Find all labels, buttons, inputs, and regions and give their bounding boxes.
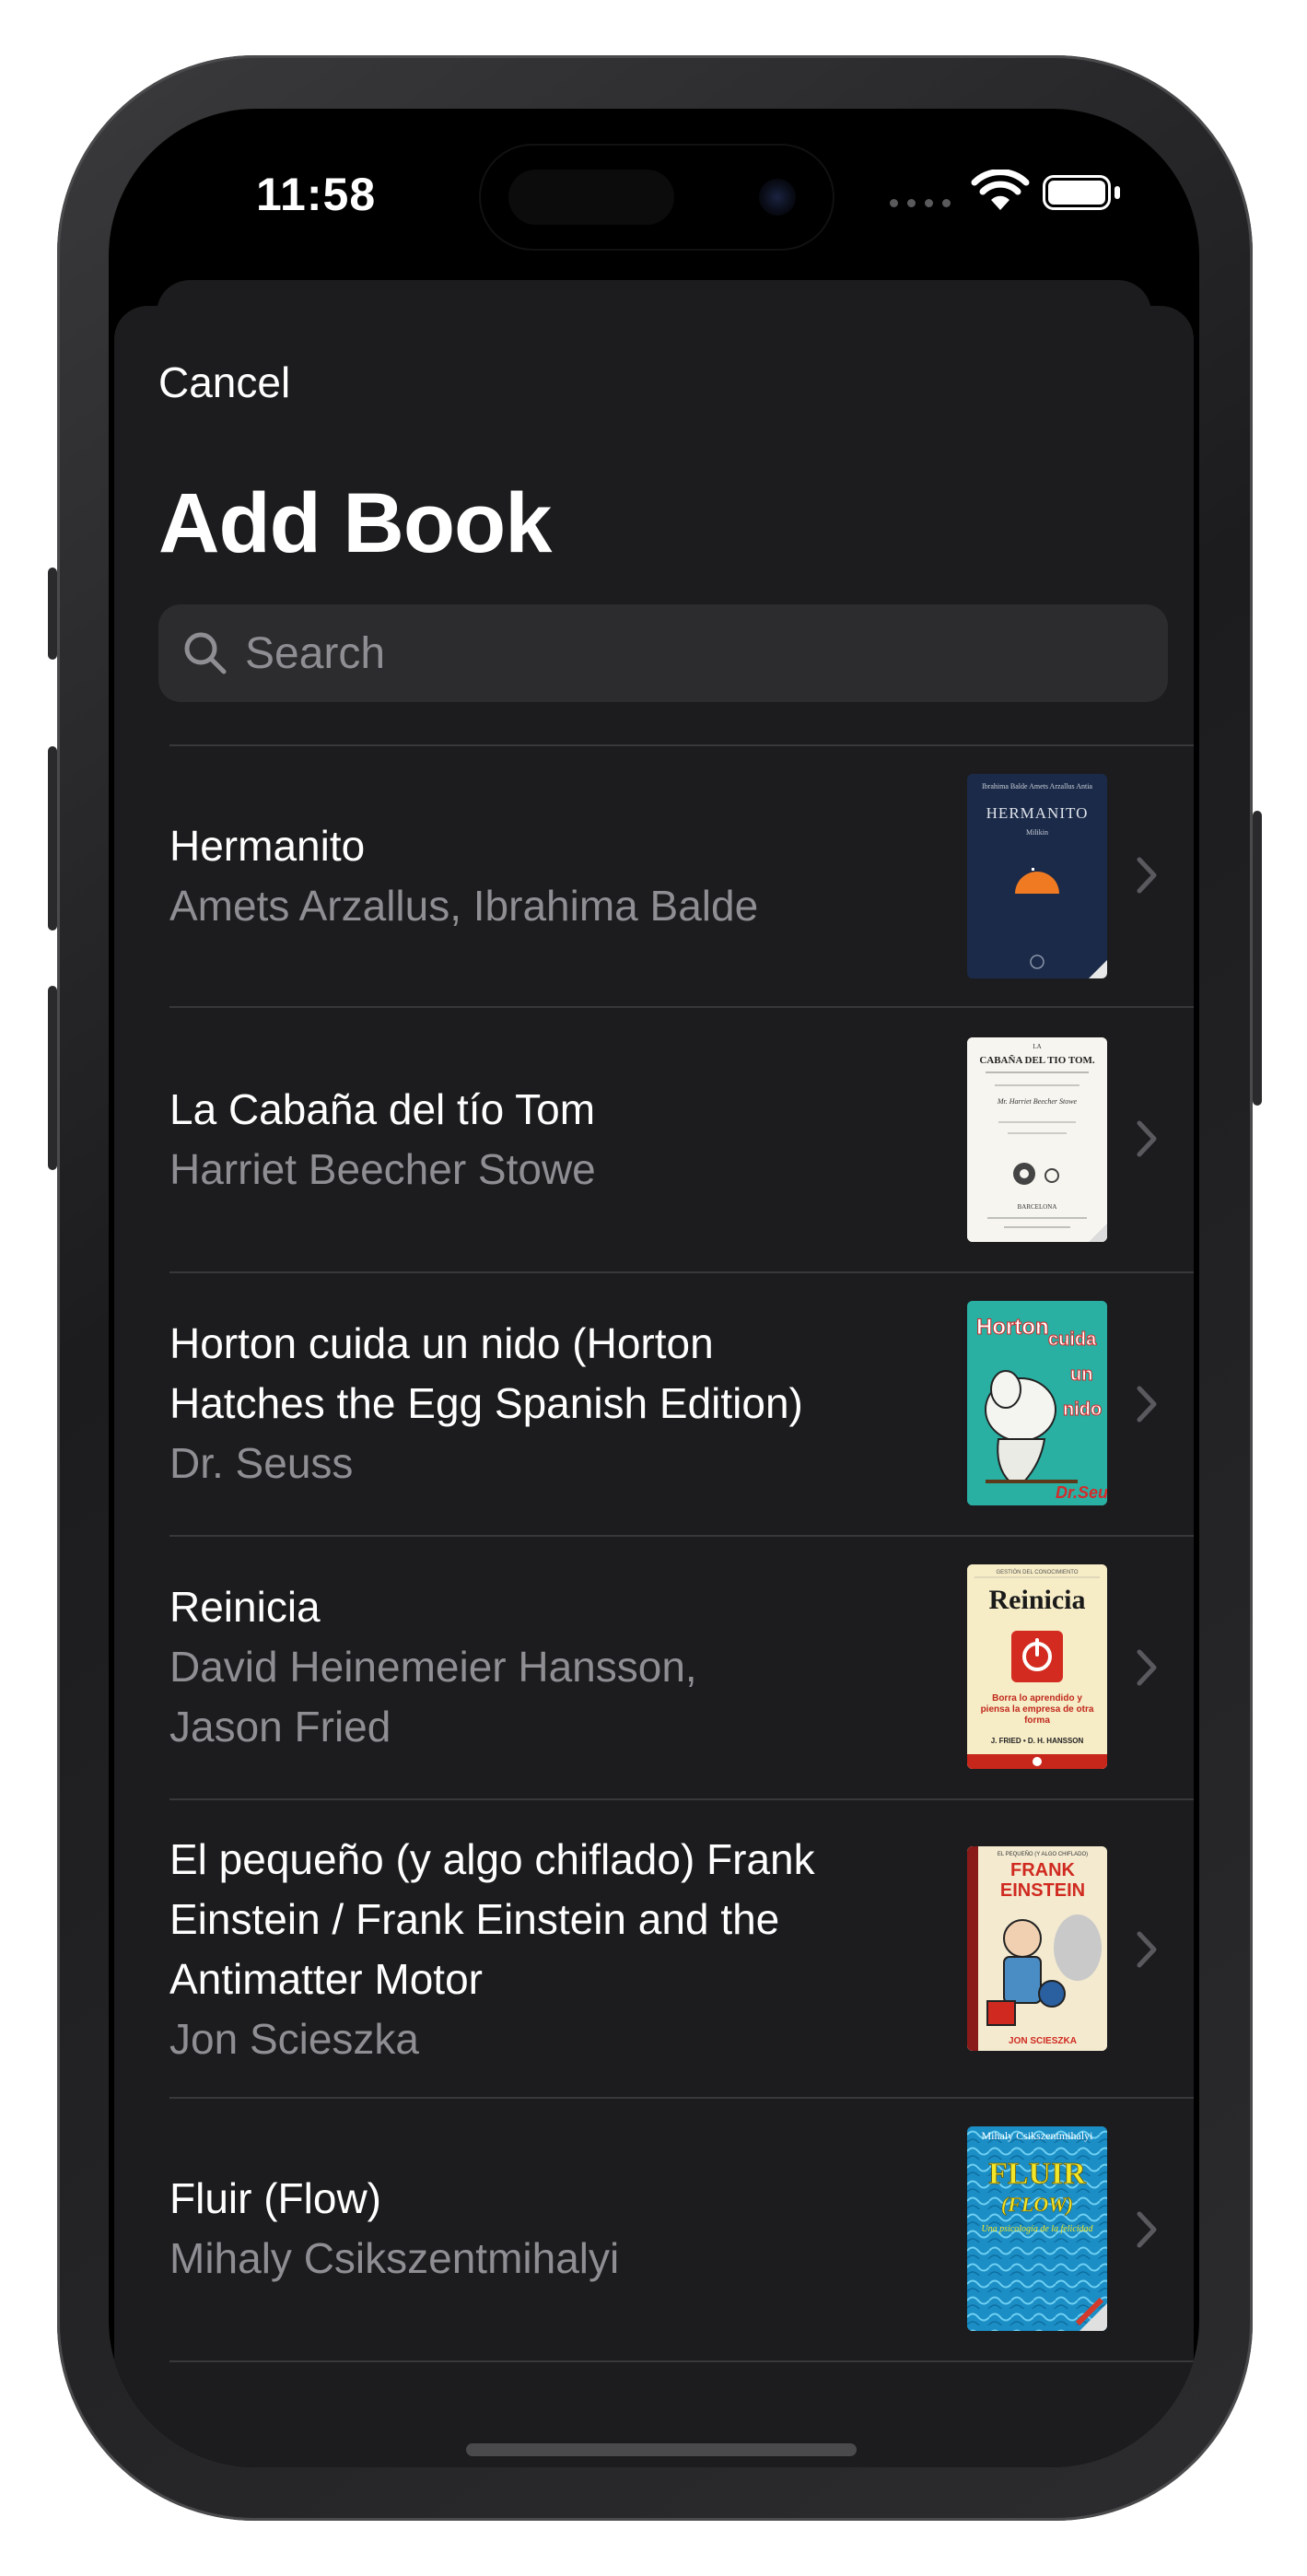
- chevron-right-icon: [1137, 2211, 1157, 2248]
- signal-dots-icon: [890, 199, 951, 207]
- chevron-right-icon: [1137, 1931, 1157, 1968]
- book-row-text: La Cabaña del tío Tom Harriet Beecher St…: [169, 1080, 925, 1200]
- cover-footer-text: BARCELONA: [1018, 1203, 1057, 1211]
- cover-top-text: Ibrahima Balde Amets Arzallus Antia: [982, 782, 1092, 790]
- book-author: David Heinemeier Hansson, Jason Fried: [169, 1643, 697, 1751]
- home-indicator[interactable]: [466, 2443, 857, 2456]
- cover-top-text: GESTIÓN DEL CONOCIMIENTO: [996, 1569, 1078, 1575]
- cover-main-text2: (FLOW): [1001, 2193, 1073, 2216]
- battery-icon: [1043, 175, 1111, 210]
- book-row-hermanito[interactable]: Hermanito Amets Arzallus, Ibrahima Balde…: [114, 746, 1194, 1006]
- book-row-frank-einstein[interactable]: El pequeño (y algo chiflado) Frank Einst…: [114, 1800, 1194, 2097]
- wifi-icon: [971, 170, 1030, 210]
- book-row-text: Hermanito Amets Arzallus, Ibrahima Balde: [169, 816, 925, 936]
- chevron-right-icon: [1137, 1649, 1157, 1686]
- cover-word1: Horton: [976, 1315, 1049, 1340]
- cover-top-text: EL PEQUEÑO (Y ALGO CHIFLADO): [998, 1851, 1088, 1857]
- volume-down-button: [48, 986, 57, 1170]
- chevron-right-icon: [1137, 1386, 1157, 1423]
- cover-author-text: JON SCIESZKA: [1009, 2036, 1077, 2046]
- book-title: El pequeño (y algo chiflado) Frank Einst…: [169, 1835, 815, 2003]
- cover-sub-text: Una psicología de la felicidad: [981, 2224, 1093, 2234]
- book-author: Dr. Seuss: [169, 1439, 354, 1487]
- search-input[interactable]: [245, 604, 1129, 702]
- cover-top-text: LA: [1033, 1043, 1041, 1050]
- book-author: Amets Arzallus, Ibrahima Balde: [169, 882, 759, 930]
- book-title: Fluir (Flow): [169, 2174, 381, 2222]
- book-cover-image: Ibrahima Balde Amets Arzallus Antia HERM…: [967, 774, 1107, 978]
- cover-main-text1: FRANK: [1010, 1860, 1076, 1880]
- chevron-right-icon: [1137, 1120, 1157, 1157]
- volume-up-button: [48, 746, 57, 931]
- search-icon: [184, 632, 227, 674]
- cover-top-text: Mihaly Csikszentmihalyi: [982, 2129, 1094, 2142]
- book-row-cabana[interactable]: La Cabaña del tío Tom Harriet Beecher St…: [114, 1008, 1194, 1271]
- cover-word4: nido: [1063, 1399, 1102, 1420]
- book-row-text: Fluir (Flow) Mihaly Csikszentmihalyi: [169, 2169, 925, 2289]
- status-time: 11:58: [256, 169, 377, 220]
- cover-sub-text: Milikin: [1026, 828, 1048, 837]
- cancel-button[interactable]: Cancel: [158, 357, 290, 407]
- book-row-reinicia[interactable]: Reinicia David Heinemeier Hansson, Jason…: [114, 1537, 1194, 1798]
- cover-main-text1: FLUIR: [988, 2157, 1086, 2191]
- cover-sub-text: Mr. Harriet Beecher Stowe: [997, 1097, 1078, 1106]
- screen: 11:58 Cancel Add Book Search Hermanito A…: [109, 109, 1199, 2467]
- book-author: Mihaly Csikszentmihalyi: [169, 2234, 620, 2282]
- cover-main-text: CABAÑA DEL TIO TOM.: [979, 1055, 1095, 1066]
- book-cover-image: Horton cuida un nido Dr.Seuss: [967, 1301, 1107, 1505]
- status-bar: 11:58: [109, 109, 1199, 293]
- power-button: [1253, 811, 1262, 1106]
- book-list: Hermanito Amets Arzallus, Ibrahima Balde…: [114, 744, 1194, 2362]
- page-title: Add Book: [158, 476, 552, 570]
- list-separator: [169, 2360, 1194, 2362]
- battery-cap: [1114, 186, 1120, 199]
- book-row-horton[interactable]: Horton cuida un nido (Horton Hatches the…: [114, 1273, 1194, 1535]
- search-bar[interactable]: [158, 604, 1168, 702]
- book-title: Hermanito: [169, 822, 366, 870]
- book-author: Harriet Beecher Stowe: [169, 1145, 596, 1193]
- cover-word3: un: [1070, 1364, 1092, 1385]
- cover-word2: cuida: [1048, 1329, 1097, 1350]
- cover-main-text: Reinicia: [989, 1585, 1086, 1615]
- island-sensor: [508, 170, 674, 225]
- cover-main-text2: EINSTEIN: [1000, 1880, 1085, 1901]
- book-title: Horton cuida un nido (Horton Hatches the…: [169, 1319, 803, 1427]
- book-cover-image: GESTIÓN DEL CONOCIMIENTO Reinicia Borra …: [967, 1564, 1107, 1769]
- book-author: Jon Scieszka: [169, 2015, 420, 2063]
- book-row-text: Reinicia David Heinemeier Hansson, Jason…: [169, 1577, 925, 1757]
- action-button: [48, 568, 57, 660]
- book-row-text: Horton cuida un nido (Horton Hatches the…: [169, 1314, 925, 1493]
- book-cover-image: LA CABAÑA DEL TIO TOM. Mr. Harriet Beech…: [967, 1037, 1107, 1242]
- chevron-right-icon: [1137, 857, 1157, 894]
- cover-main-text: HERMANITO: [986, 804, 1089, 822]
- book-row-fluir[interactable]: Fluir (Flow) Mihaly Csikszentmihalyi Mih…: [114, 2099, 1194, 2360]
- cover-authors-text: J. FRIED • D. H. HANSSON: [991, 1737, 1084, 1745]
- book-title: La Cabaña del tío Tom: [169, 1085, 596, 1133]
- cover-brand-text: Dr.Seuss: [1056, 1483, 1107, 1502]
- book-row-text: El pequeño (y algo chiflado) Frank Einst…: [169, 1830, 925, 2069]
- add-book-sheet: Cancel Add Book Hermanito Amets Arzallus…: [114, 306, 1194, 2467]
- book-title: Reinicia: [169, 1583, 321, 1631]
- book-cover-image: Mihaly Csikszentmihalyi FLUIR (FLOW) Una…: [967, 2126, 1107, 2331]
- cover-sub-text: Borra lo aprendido y piensa la empresa d…: [980, 1693, 1094, 1726]
- dynamic-island: [481, 146, 833, 249]
- front-camera: [759, 179, 796, 216]
- book-cover-image: EL PEQUEÑO (Y ALGO CHIFLADO) FRANK EINST…: [967, 1846, 1107, 2051]
